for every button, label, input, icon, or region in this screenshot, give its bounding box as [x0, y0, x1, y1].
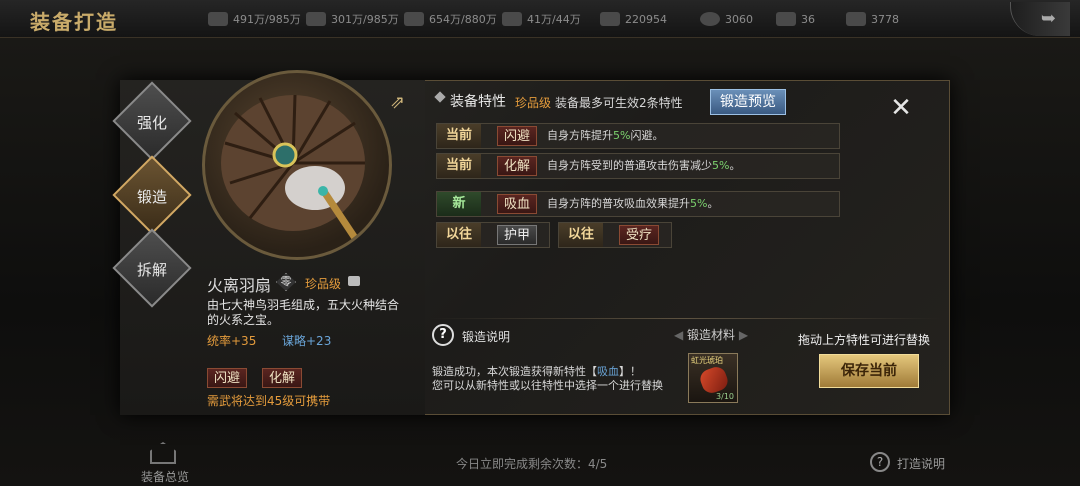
trait-row-previous-2[interactable]: 以往 受疗	[558, 222, 672, 248]
trait-row-current-2[interactable]: 当前 化解 自身方阵受到的普通攻击伤害减少5%。	[436, 153, 840, 179]
trait-chip-armor: 护甲	[497, 225, 538, 245]
merit-icon	[600, 12, 620, 26]
item-name: 火离羽扇	[207, 276, 272, 295]
resource-gold: 36	[776, 10, 815, 28]
resource-merit: 220954	[600, 10, 667, 28]
page-title: 装备打造	[30, 10, 118, 34]
forge-preview-button[interactable]: 锻造预览	[710, 89, 786, 115]
remaining-count: 今日立即完成剩余次数：4/5	[456, 457, 608, 471]
resource-jade: 3778	[846, 10, 899, 28]
grain-icon	[404, 12, 424, 26]
jade-icon	[846, 12, 866, 26]
close-icon[interactable]: ✕	[886, 94, 916, 124]
item-trait-chip: 闪避	[207, 368, 248, 388]
trait-chip-healing: 受疗	[619, 225, 660, 245]
previous-badge: 以往	[437, 223, 481, 247]
trait-row-new[interactable]: 新 吸血 自身方阵的普攻吸血效果提升5%。	[436, 191, 840, 217]
gold-ingot-icon	[776, 12, 796, 26]
material-count: 3/10	[716, 392, 734, 401]
new-badge: 新	[437, 192, 481, 216]
drag-hint: 拖动上方特性可进行替换	[798, 333, 931, 347]
requirement-text: 需武将达到45级可携带	[207, 394, 331, 408]
divider	[430, 318, 940, 319]
forge-help-label[interactable]: 锻造说明	[462, 328, 510, 345]
item-description: 由七大神鸟羽毛组成，五大火种结合的火系之宝。	[207, 298, 400, 327]
copper-coin-icon	[700, 12, 720, 26]
trait-desc: 自身方阵提升5%闪避。	[547, 129, 664, 142]
stat-command: 统率+35	[207, 334, 257, 348]
current-badge: 当前	[437, 154, 481, 178]
tab-dismantle-label: 拆解	[136, 261, 167, 279]
iron-ore-icon	[502, 12, 522, 26]
trait-desc: 自身方阵受到的普通攻击伤害减少5%。	[547, 159, 741, 172]
back-arrow-icon: ➥	[1040, 8, 1056, 29]
resource-wood: 301万/985万	[306, 10, 399, 28]
forge-result-hint: 您可以从新特性或以往特性中选择一个进行替换	[432, 379, 663, 392]
amber-icon	[697, 364, 731, 396]
material-slot[interactable]: 虹光琥珀 3/10	[688, 353, 738, 403]
materials-label: ◀ 锻造材料 ▶	[674, 328, 749, 342]
wood-icon	[306, 12, 326, 26]
traits-title: 装备特性	[450, 94, 506, 110]
resource-iron: 41万/44万	[502, 10, 581, 28]
current-badge: 当前	[437, 124, 481, 148]
material-name: 虹光琥珀	[691, 356, 723, 365]
item-quality: 珍品级	[305, 277, 342, 291]
previous-badge: 以往	[559, 223, 603, 247]
help-icon[interactable]: ?	[432, 324, 454, 346]
tab-forge-label: 锻造	[136, 188, 167, 206]
save-current-button[interactable]: 保存当前	[819, 354, 919, 388]
trait-row-current-1[interactable]: 当前 闪避 自身方阵提升5%闪避。	[436, 123, 840, 149]
forging-help-label[interactable]: 打造说明	[897, 455, 945, 472]
trait-chip-resolve: 化解	[497, 156, 538, 176]
stat-strategy: 谋略+23	[282, 334, 332, 348]
resource-copper: 3060	[700, 10, 753, 28]
resource-grain: 654万/880万	[404, 10, 497, 28]
tab-enhance-label: 强化	[136, 114, 167, 132]
traits-quality: 珍品级	[515, 96, 552, 110]
help-icon[interactable]: ?	[870, 452, 890, 472]
resource-silver: 491万/985万	[208, 10, 301, 28]
feather-fan-image	[221, 94, 372, 251]
trait-desc: 自身方阵的普攻吸血效果提升5%。	[547, 197, 719, 210]
trait-chip-lifesteal: 吸血	[497, 194, 538, 214]
equipment-overview-label[interactable]: 装备总览	[141, 468, 189, 485]
item-image-frame	[202, 70, 392, 260]
silver-coin-icon	[208, 12, 228, 26]
item-trait-chip: 化解	[262, 368, 303, 388]
share-icon[interactable]: ⇗	[390, 92, 416, 114]
trait-row-previous-1[interactable]: 以往 护甲	[436, 222, 550, 248]
traits-note: 装备最多可生效2条特性	[555, 96, 683, 110]
book-icon[interactable]	[348, 276, 360, 286]
trait-chip-dodge: 闪避	[497, 126, 538, 146]
